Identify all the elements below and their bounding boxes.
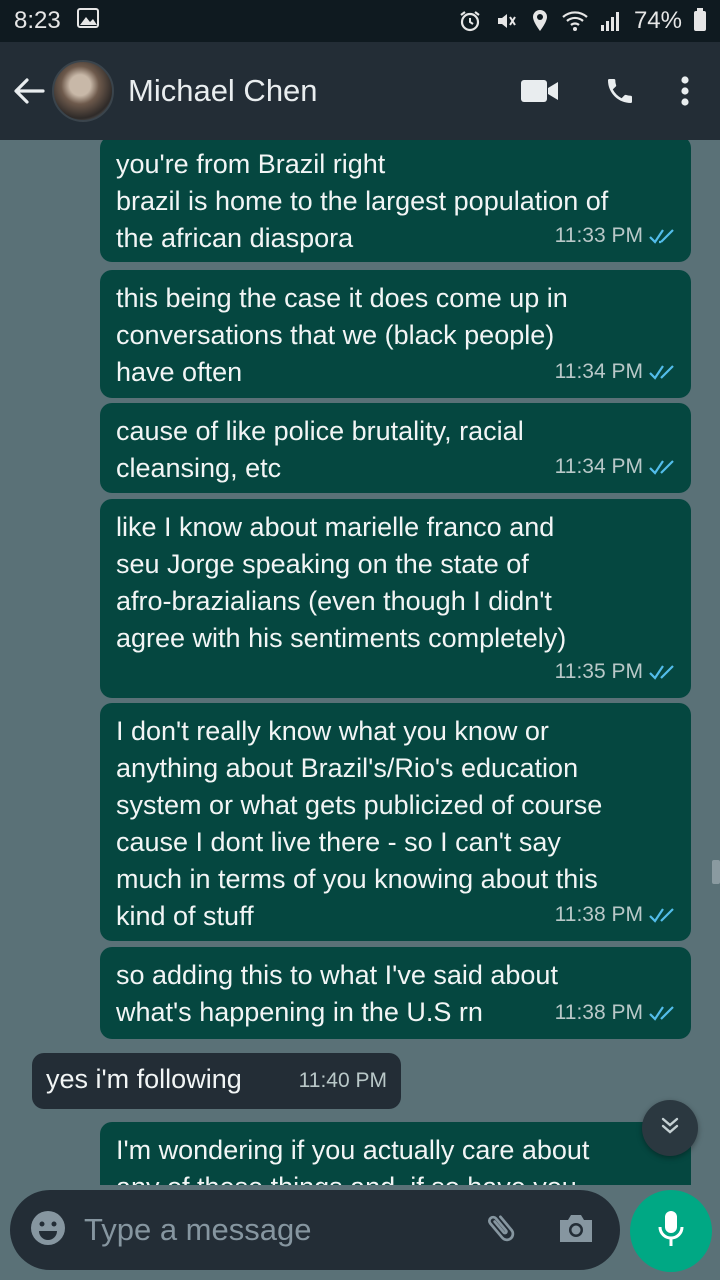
message-time: 11:35 PM xyxy=(554,660,643,683)
incoming-message[interactable]: yes i'm following 11:40 PM xyxy=(32,1053,401,1109)
wifi-icon xyxy=(562,10,588,32)
signal-icon xyxy=(600,10,622,32)
attachment-icon[interactable] xyxy=(483,1210,519,1251)
alarm-icon xyxy=(458,9,482,33)
status-time: 8:23 xyxy=(14,7,61,34)
message-composer xyxy=(10,1190,620,1270)
scrollbar-thumb[interactable] xyxy=(712,860,720,884)
outgoing-message[interactable]: you're from Brazil right brazil is home … xyxy=(100,140,691,262)
battery-icon xyxy=(694,8,706,31)
outgoing-message[interactable]: like I know about marielle franco and se… xyxy=(100,499,691,698)
contact-avatar[interactable] xyxy=(52,60,114,122)
more-options-icon[interactable] xyxy=(680,75,690,107)
outgoing-message[interactable]: I'm wondering if you actually care about… xyxy=(100,1122,691,1185)
scroll-to-bottom-button[interactable] xyxy=(642,1100,698,1156)
message-list[interactable]: you're from Brazil right brazil is home … xyxy=(0,140,720,1185)
outgoing-message[interactable]: I don't really know what you know or any… xyxy=(100,703,691,941)
message-time: 11:34 PM xyxy=(554,360,643,383)
double-chevron-down-icon xyxy=(658,1114,682,1143)
outgoing-message[interactable]: so adding this to what I've said about w… xyxy=(100,947,691,1039)
message-text: like I know about marielle franco and se… xyxy=(116,512,567,653)
read-receipt-icon xyxy=(649,363,677,381)
message-time: 11:40 PM xyxy=(298,1069,387,1092)
contact-name[interactable]: Michael Chen xyxy=(128,73,318,109)
video-call-icon[interactable] xyxy=(520,78,560,104)
read-receipt-icon xyxy=(649,458,677,476)
image-icon xyxy=(76,7,99,35)
message-input[interactable] xyxy=(84,1200,483,1260)
read-receipt-icon xyxy=(649,906,677,924)
phone-call-icon[interactable] xyxy=(604,75,636,107)
status-bar: 8:23 74% xyxy=(0,0,720,42)
chat-header: Michael Chen xyxy=(0,42,720,140)
message-time: 11:38 PM xyxy=(554,1001,643,1024)
emoji-icon[interactable] xyxy=(28,1208,68,1253)
mute-icon xyxy=(494,9,518,33)
voice-message-button[interactable] xyxy=(630,1190,712,1272)
outgoing-message[interactable]: this being the case it does come up in c… xyxy=(100,270,691,398)
read-receipt-icon xyxy=(649,1004,677,1022)
battery-percent: 74% xyxy=(633,7,682,34)
read-receipt-icon xyxy=(649,663,677,681)
message-time: 11:34 PM xyxy=(554,455,643,478)
message-time: 11:38 PM xyxy=(554,903,643,926)
read-receipt-icon xyxy=(649,227,677,245)
microphone-icon xyxy=(656,1209,686,1254)
message-time: 11:33 PM xyxy=(554,224,643,247)
back-arrow-icon[interactable] xyxy=(12,71,46,111)
camera-icon[interactable] xyxy=(557,1211,595,1250)
message-text: I'm wondering if you actually care about… xyxy=(116,1135,590,1185)
location-icon xyxy=(530,9,550,33)
outgoing-message[interactable]: cause of like police brutality, racial c… xyxy=(100,403,691,493)
